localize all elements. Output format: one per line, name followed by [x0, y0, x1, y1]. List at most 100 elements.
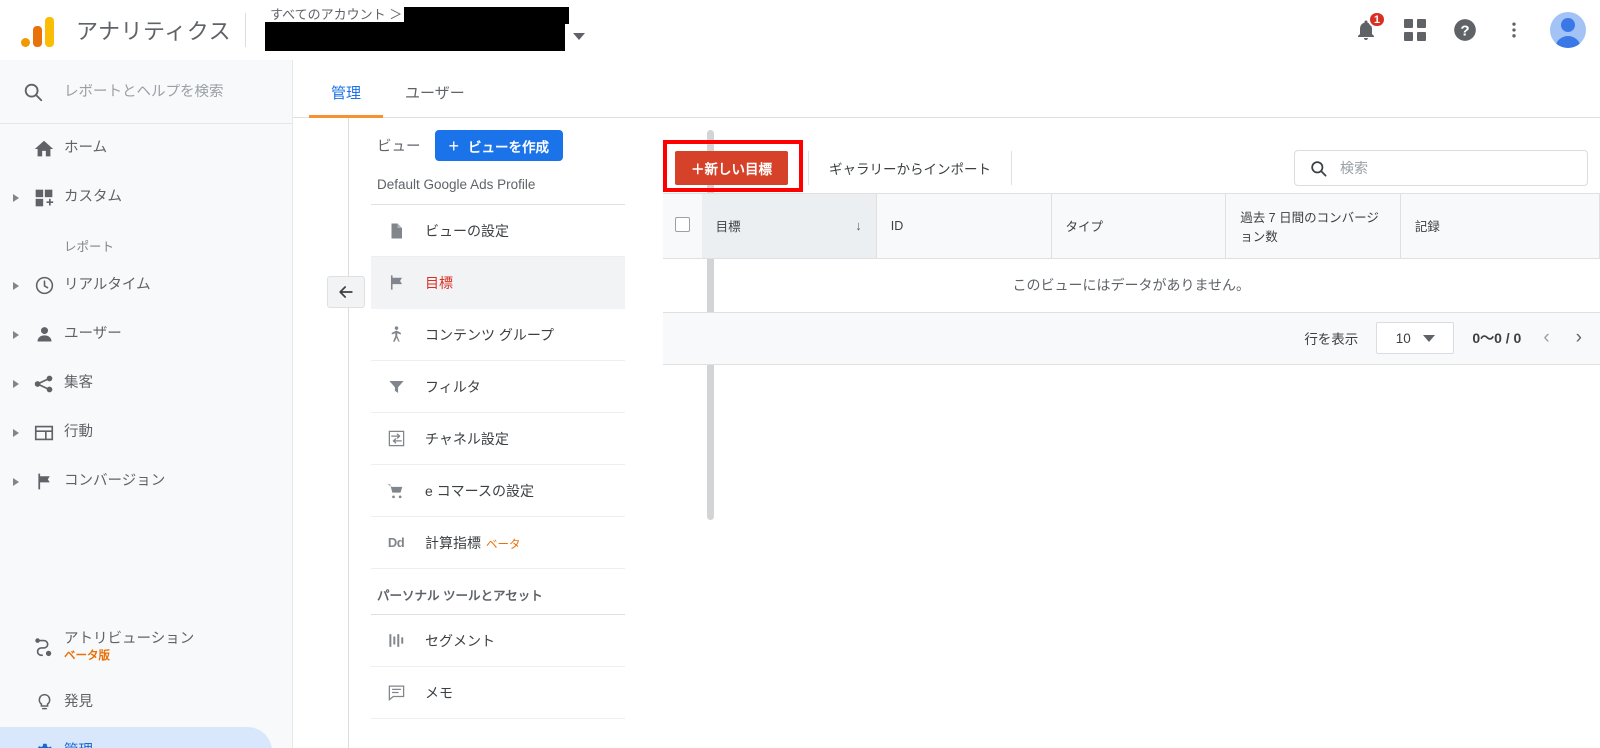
plus-icon: +: [448, 135, 460, 156]
search-icon: [1311, 160, 1327, 176]
account-selector[interactable]: すべてのアカウント ＞: [260, 4, 590, 56]
view-label-goals: 目標: [425, 274, 453, 291]
view-label-settings: ビューの設定: [425, 222, 509, 239]
sidebar-label-conversions: コンバージョン: [64, 473, 166, 490]
sidebar-item-acquisition[interactable]: 集客: [0, 359, 272, 408]
column-header-record[interactable]: 記録: [1400, 194, 1600, 259]
goals-search[interactable]: [1294, 150, 1588, 186]
expand-arrow-icon[interactable]: [8, 379, 24, 388]
view-label-filters: フィルタ: [425, 378, 481, 395]
view-item-calculated-metrics[interactable]: Dd 計算指標 ベータ: [371, 517, 625, 569]
create-view-label: ビューを作成: [468, 139, 550, 155]
goals-table: 目標 ↓ ID タイプ 過去 7 日間のコンバージョン数 記録 このビューにはデ…: [663, 194, 1600, 313]
rows-per-page-label: 行を表示: [1304, 332, 1359, 347]
attribution-text: アトリビューション: [64, 631, 195, 648]
svg-text:?: ?: [1460, 22, 1469, 39]
column-header-type[interactable]: タイプ: [1051, 194, 1227, 259]
toolbar-divider: [808, 150, 809, 185]
toolbar-divider: [1011, 150, 1012, 185]
create-view-button[interactable]: + ビューを作成: [434, 130, 564, 161]
expand-arrow-icon[interactable]: [8, 193, 24, 202]
view-label: ビュー: [377, 139, 421, 155]
calculated-metrics-text: 計算指標: [425, 534, 481, 551]
admin-content: 管理 ユーザー ビュー + ビューを作成 Default Google Ads …: [293, 60, 1600, 748]
top-bar-actions: 1 ?: [1354, 0, 1586, 60]
sort-descending-icon: ↓: [855, 218, 862, 234]
gear-icon: [24, 741, 64, 748]
view-item-channel-settings[interactable]: チャネル設定: [371, 413, 625, 465]
view-label-segments: セグメント: [425, 632, 495, 649]
redacted-property-name: [265, 22, 566, 51]
previous-page-button[interactable]: ‹: [1539, 327, 1553, 349]
sidebar-item-realtime[interactable]: リアルタイム: [0, 261, 272, 310]
view-item-settings[interactable]: ビューの設定: [371, 205, 625, 257]
expand-arrow-icon[interactable]: [8, 477, 24, 486]
personal-tools-section: パーソナル ツールとアセット: [371, 569, 625, 615]
column-header-id[interactable]: ID: [876, 194, 1052, 259]
rows-per-page-select[interactable]: 10: [1376, 322, 1455, 354]
custom-icon: [24, 188, 64, 208]
property-row[interactable]: [265, 22, 586, 51]
collapse-panel-button[interactable]: [327, 276, 365, 308]
column-header-goal[interactable]: 目標 ↓: [701, 194, 877, 259]
pagination-range: 0〜0 / 0: [1472, 330, 1522, 346]
sidebar-label-behavior: 行動: [64, 424, 93, 441]
sidebar-label-realtime: リアルタイム: [64, 277, 151, 294]
new-goal-button[interactable]: ＋新しい目標: [675, 150, 788, 185]
sidebar-label-discover: 発見: [64, 694, 93, 711]
header-divider: [245, 13, 247, 47]
logo-bar-mid: [32, 26, 42, 47]
sidebar-item-behavior[interactable]: 行動: [0, 408, 272, 457]
sidebar-item-discover[interactable]: 発見: [0, 678, 272, 727]
sidebar-item-attribution[interactable]: アトリビューション ベータ版: [0, 616, 272, 678]
empty-state-message: このビューにはデータがありません。: [663, 258, 1600, 313]
flag-icon: [385, 273, 407, 292]
content-group-icon: [385, 325, 407, 344]
more-vert-icon[interactable]: [1504, 18, 1524, 42]
cart-icon: [385, 481, 407, 501]
sidebar-item-conversions[interactable]: コンバージョン: [0, 457, 272, 506]
view-item-segments[interactable]: セグメント: [371, 615, 625, 667]
note-icon: [385, 683, 407, 702]
view-label-channel-settings: チャネル設定: [425, 430, 509, 447]
view-item-ecommerce[interactable]: e コマースの設定: [371, 465, 625, 517]
next-page-button[interactable]: ›: [1572, 327, 1586, 349]
expand-arrow-icon[interactable]: [8, 330, 24, 339]
select-all-checkbox[interactable]: [674, 216, 690, 232]
filter-icon: [385, 377, 407, 396]
analytics-logo[interactable]: [8, 13, 66, 47]
notifications-icon[interactable]: 1: [1354, 11, 1386, 42]
view-item-filters[interactable]: フィルタ: [371, 361, 625, 413]
logo-dot: [20, 38, 30, 47]
chevron-down-icon[interactable]: [573, 33, 586, 40]
chevron-down-icon: [1422, 334, 1435, 342]
goals-panel: ＋新しい目標 ギャラリーからインポート 検索 目標 ↓ ID タイプ 過去 7 …: [663, 140, 1600, 365]
clock-icon: [24, 275, 64, 296]
view-item-content-group[interactable]: コンテンツ グループ: [371, 309, 625, 361]
search-icon: [24, 83, 43, 101]
column-header-conversions[interactable]: 過去 7 日間のコンバージョン数: [1225, 194, 1401, 259]
expand-arrow-icon[interactable]: [8, 281, 24, 290]
help-icon[interactable]: ?: [1452, 17, 1478, 43]
goals-search-input[interactable]: [1340, 160, 1540, 176]
search-input[interactable]: [64, 83, 254, 100]
view-label-ecommerce: e コマースの設定: [425, 482, 534, 499]
account-avatar[interactable]: [1550, 12, 1586, 48]
sidebar-item-home[interactable]: ホーム: [0, 124, 272, 173]
import-gallery-button[interactable]: ギャラリーからインポート: [829, 158, 991, 178]
sidebar-item-users[interactable]: ユーザー: [0, 310, 272, 359]
tab-users[interactable]: ユーザー: [383, 82, 487, 117]
breadcrumb-text: すべてのアカウント ＞: [270, 7, 403, 22]
sidebar-item-admin[interactable]: 管理: [0, 727, 272, 748]
apps-grid-icon[interactable]: [1404, 19, 1426, 41]
bulb-icon: [24, 692, 64, 713]
sidebar-item-custom[interactable]: カスタム: [0, 173, 272, 222]
view-item-notes[interactable]: メモ: [371, 667, 625, 719]
tab-admin[interactable]: 管理: [309, 82, 384, 118]
home-icon: [24, 138, 64, 160]
expand-arrow-icon[interactable]: [8, 428, 24, 437]
sidebar-search[interactable]: [0, 60, 292, 124]
view-item-goals[interactable]: 目標: [371, 257, 625, 309]
view-header: ビュー + ビューを作成: [371, 118, 633, 161]
